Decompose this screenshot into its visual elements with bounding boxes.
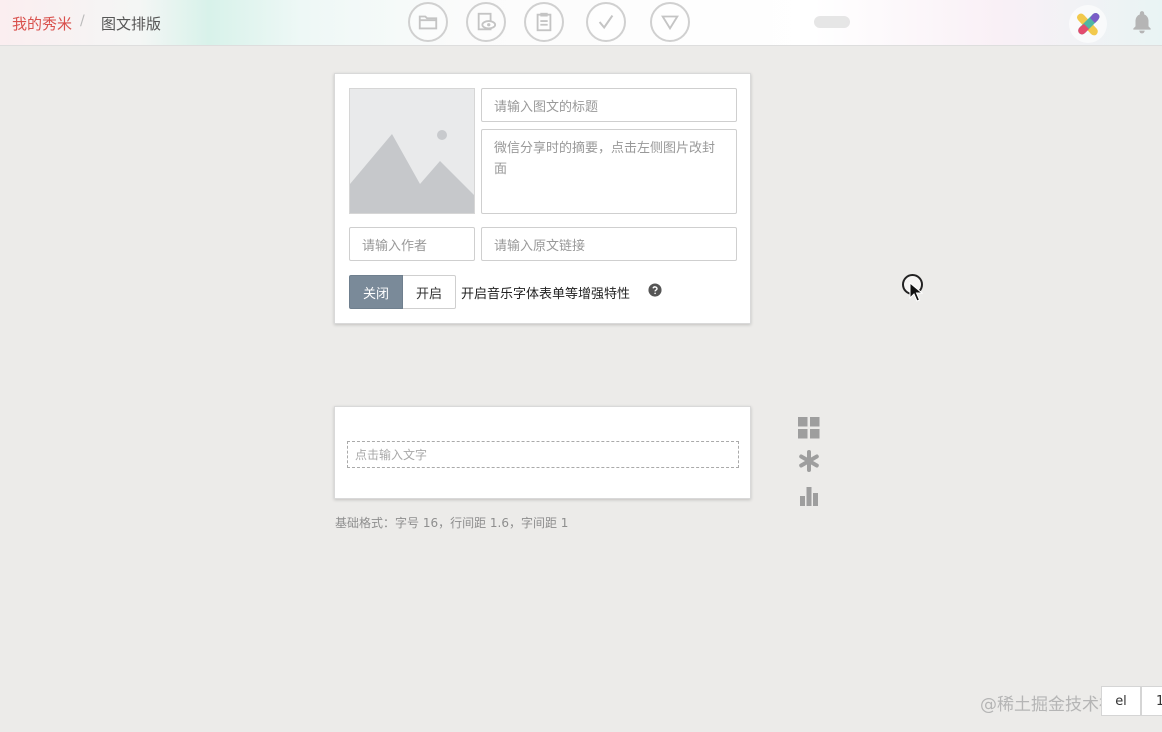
decorative-shape (814, 16, 850, 28)
asterisk-icon[interactable] (797, 449, 821, 473)
open-folder-button[interactable] (408, 2, 448, 42)
breadcrumb-separator: / (80, 13, 85, 29)
copy-button[interactable] (524, 2, 564, 42)
clipboard-icon (536, 12, 552, 32)
preview-icon (477, 12, 497, 31)
breadcrumb-current: 图文排版 (101, 15, 162, 33)
corner-tab-right[interactable]: 1 (1141, 686, 1162, 716)
image-placeholder-icon (350, 130, 474, 213)
text-input-area[interactable]: 点击输入文字 (347, 441, 739, 468)
triangle-down-icon (661, 15, 679, 31)
cover-image-placeholder[interactable] (349, 88, 475, 214)
mouse-pointer-icon (909, 282, 923, 302)
top-bar: 我的秀米 / 图文排版 (0, 0, 1162, 46)
check-icon (598, 15, 614, 30)
enhance-toggle: 关闭 开启 (349, 275, 456, 309)
app-logo-icon[interactable] (1068, 4, 1108, 44)
format-hint: 基础格式：字号 16，行间距 1.6，字间距 1 (335, 516, 569, 530)
more-menu-button[interactable] (650, 2, 690, 42)
layout-grid-icon[interactable] (797, 416, 821, 440)
enhance-feature-label: 开启音乐字体表单等增强特性 (461, 287, 631, 302)
cover-settings-card: 请输入图文的标题 微信分享时的摘要，点击左侧图片改封面 请输入作者 请输入原文链… (334, 73, 751, 324)
summary-input[interactable]: 微信分享时的摘要，点击左侧图片改封面 (481, 129, 737, 214)
toggle-on-button[interactable]: 开启 (403, 275, 456, 309)
folder-icon (418, 15, 438, 30)
author-input[interactable]: 请输入作者 (349, 227, 475, 261)
save-check-button[interactable] (586, 2, 626, 42)
notification-bell-icon[interactable] (1129, 9, 1155, 35)
toggle-off-button[interactable]: 关闭 (349, 275, 403, 309)
bar-chart-icon[interactable] (797, 484, 821, 508)
preview-button[interactable] (466, 2, 506, 42)
title-input[interactable]: 请输入图文的标题 (481, 88, 737, 122)
breadcrumb-root-link[interactable]: 我的秀米 (12, 13, 72, 34)
editor-card: 点击输入文字 (334, 406, 751, 499)
corner-tab-left[interactable]: el (1101, 686, 1141, 716)
help-icon[interactable] (648, 283, 662, 297)
source-link-input[interactable]: 请输入原文链接 (481, 227, 737, 261)
